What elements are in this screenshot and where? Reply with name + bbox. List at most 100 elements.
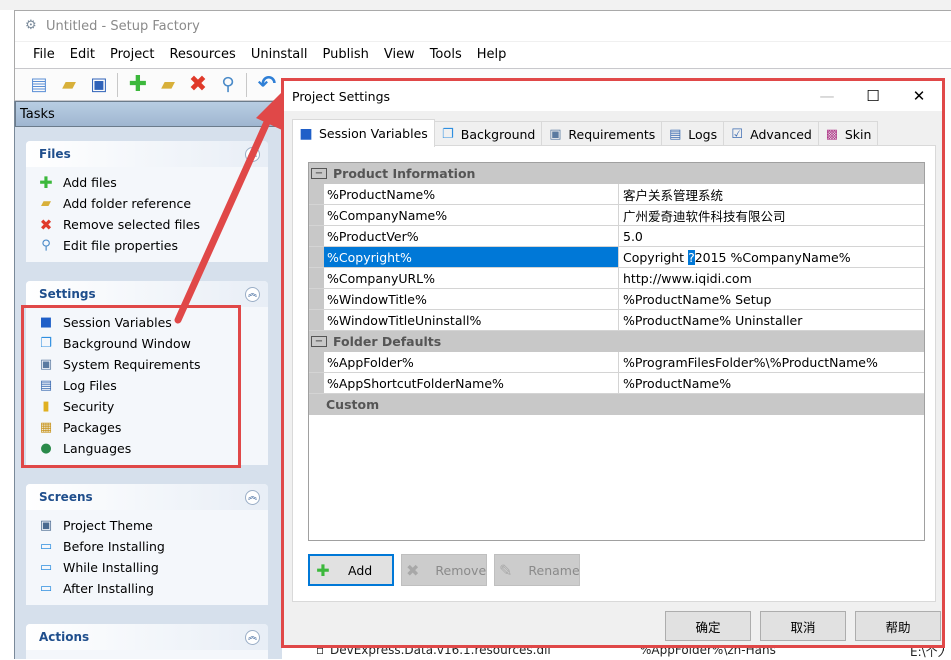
help-label: 帮助 — [885, 619, 911, 635]
task-before-installing[interactable]: ▭ Before Installing — [38, 536, 268, 557]
session-variables-icon: ■ — [39, 315, 53, 330]
task-while-installing[interactable]: ▭ While Installing — [38, 557, 268, 578]
add-button[interactable]: ✚ Add — [308, 554, 394, 586]
category-custom[interactable]: Custom — [309, 394, 924, 415]
menu-view[interactable]: View — [384, 47, 415, 62]
category-product-information[interactable]: − Product Information — [309, 163, 924, 184]
collapse-icon[interactable]: ︽ — [245, 146, 260, 162]
rename-button[interactable]: ✎ Rename — [494, 554, 580, 586]
collapse-icon[interactable]: ︽ — [245, 489, 260, 505]
menu-tools[interactable]: Tools — [430, 47, 462, 62]
task-label: Languages — [63, 441, 132, 456]
task-remove-selected-files[interactable]: ✖ Remove selected files — [38, 214, 268, 235]
tab-skin[interactable]: ▩ Skin — [817, 121, 879, 146]
grid-row[interactable]: %WindowTitleUninstall% %ProductName% Unin… — [309, 310, 924, 331]
menu-resources[interactable]: Resources — [169, 47, 235, 62]
folder-add-icon: ▰ — [161, 74, 175, 95]
task-project-theme[interactable]: ▣ Project Theme — [38, 515, 268, 536]
task-packages[interactable]: ▦ Packages — [38, 417, 268, 438]
collapse-icon[interactable]: ︽ — [245, 286, 260, 302]
menu-project[interactable]: Project — [110, 47, 154, 62]
grid-row[interactable]: %WindowTitle% %ProductName% Setup — [309, 289, 924, 310]
task-session-variables[interactable]: ■ Session Variables — [38, 312, 268, 333]
undo-button[interactable]: ↶ — [255, 72, 279, 97]
task-languages[interactable]: ● Languages — [38, 438, 268, 459]
grid-row[interactable]: %CompanyURL% http://www.iqidi.com — [309, 268, 924, 289]
maximize-button[interactable]: ☐ — [850, 81, 896, 111]
task-label: Packages — [63, 420, 122, 435]
tab-background[interactable]: ❐ Background — [433, 121, 543, 146]
menu-uninstall[interactable]: Uninstall — [251, 47, 308, 62]
menu-help[interactable]: Help — [477, 47, 507, 62]
variable-value[interactable]: %ProgramFilesFolder%\%ProductName% — [619, 352, 924, 372]
tab-requirements[interactable]: ▣ Requirements — [541, 121, 663, 146]
remove-button[interactable]: ✖ Remove — [401, 554, 487, 586]
add-label: Add — [348, 562, 373, 578]
tab-advanced[interactable]: ☑ Advanced — [723, 121, 819, 146]
cancel-button[interactable]: 取消 — [760, 611, 846, 641]
task-label: Session Variables — [63, 315, 172, 330]
settings-group-header[interactable]: Settings ︽ — [26, 281, 268, 307]
undo-icon: ↶ — [257, 72, 277, 97]
variable-value[interactable]: 客户关系管理系统 — [619, 184, 924, 204]
menu-file[interactable]: File — [33, 47, 55, 62]
minimize-button[interactable]: — — [804, 81, 850, 111]
open-project-button[interactable]: ▰ — [57, 73, 81, 97]
collapse-category-icon[interactable]: − — [311, 168, 327, 179]
help-button[interactable]: 帮助 — [855, 611, 941, 641]
variable-value[interactable]: %ProductName% Uninstaller — [619, 310, 924, 330]
close-button[interactable]: ✕ — [896, 81, 942, 111]
task-after-installing[interactable]: ▭ After Installing — [38, 578, 268, 599]
grid-row[interactable]: %AppShortcutFolderName% %ProductName% — [309, 373, 924, 394]
task-security[interactable]: ▮ Security — [38, 396, 268, 417]
ok-button[interactable]: 确定 — [665, 611, 751, 641]
grid-row[interactable]: %ProductVer% 5.0 — [309, 226, 924, 247]
toolbar-separator — [246, 72, 247, 97]
screens-group-header[interactable]: Screens ︽ — [26, 484, 268, 510]
grid-row[interactable]: %AppFolder% %ProgramFilesFolder%\%Product… — [309, 352, 924, 373]
collapse-icon[interactable]: ︽ — [245, 629, 260, 645]
task-system-requirements[interactable]: ▣ System Requirements — [38, 354, 268, 375]
project-theme-icon: ▣ — [39, 518, 53, 533]
remove-button[interactable]: ✖ — [186, 72, 210, 97]
add-files-button[interactable]: ✚ — [126, 72, 150, 97]
variable-value-editor[interactable]: Copyright ? 2015 %CompanyName% — [619, 247, 924, 267]
session-variables-icon: ■ — [299, 125, 313, 142]
menu-publish[interactable]: Publish — [323, 47, 369, 62]
grid-row[interactable]: %CompanyName% 广州爱奇迪软件科技有限公司 — [309, 205, 924, 226]
category-folder-defaults[interactable]: − Folder Defaults — [309, 331, 924, 352]
task-edit-file-properties[interactable]: ⚲ Edit file properties — [38, 235, 268, 256]
task-label: Project Theme — [63, 518, 153, 533]
remove-icon: ✖ — [39, 215, 53, 234]
add-folder-button[interactable]: ▰ — [156, 73, 180, 97]
tab-logs[interactable]: ▤ Logs — [661, 121, 725, 146]
grid-row[interactable]: %ProductName% 客户关系管理系统 — [309, 184, 924, 205]
variable-value[interactable]: %ProductName% — [619, 373, 924, 393]
variable-name: %WindowTitle% — [324, 289, 619, 309]
tab-session-variables[interactable]: ■ Session Variables — [292, 119, 435, 147]
file-properties-button[interactable]: ⚲ — [216, 73, 240, 97]
new-project-icon: ▤ — [30, 74, 48, 95]
task-background-window[interactable]: ❐ Background Window — [38, 333, 268, 354]
new-project-button[interactable]: ▤ — [27, 73, 51, 97]
actions-group-header[interactable]: Actions ︽ — [26, 624, 268, 650]
task-add-folder-reference[interactable]: ▰ Add folder reference — [38, 193, 268, 214]
collapse-category-icon[interactable]: − — [311, 336, 327, 347]
task-label: While Installing — [63, 560, 159, 575]
task-log-files[interactable]: ▤ Log Files — [38, 375, 268, 396]
screen-gear-icon: ▭ — [39, 560, 53, 575]
files-group: Files ︽ ✚ Add files ▰ Add folder reference… — [26, 141, 268, 262]
variable-value[interactable]: 5.0 — [619, 226, 924, 246]
variable-value[interactable]: 广州爱奇迪软件科技有限公司 — [619, 205, 924, 225]
save-button[interactable]: ▣ — [87, 73, 111, 97]
dialog-title: Project Settings — [292, 88, 391, 104]
variable-value[interactable]: %ProductName% Setup — [619, 289, 924, 309]
grid-row-selected[interactable]: %Copyright% Copyright ? 2015 %CompanyName% — [309, 247, 924, 268]
files-group-header[interactable]: Files ︽ — [26, 141, 268, 167]
menu-edit[interactable]: Edit — [70, 47, 95, 62]
dialog-titlebar[interactable]: Project Settings — ☐ ✕ — [284, 81, 942, 111]
menubar: File Edit Project Resources Uninstall Pu… — [15, 41, 951, 67]
screens-group-title: Screens — [39, 490, 93, 504]
task-add-files[interactable]: ✚ Add files — [38, 172, 268, 193]
variable-value[interactable]: http://www.iqidi.com — [619, 268, 924, 288]
